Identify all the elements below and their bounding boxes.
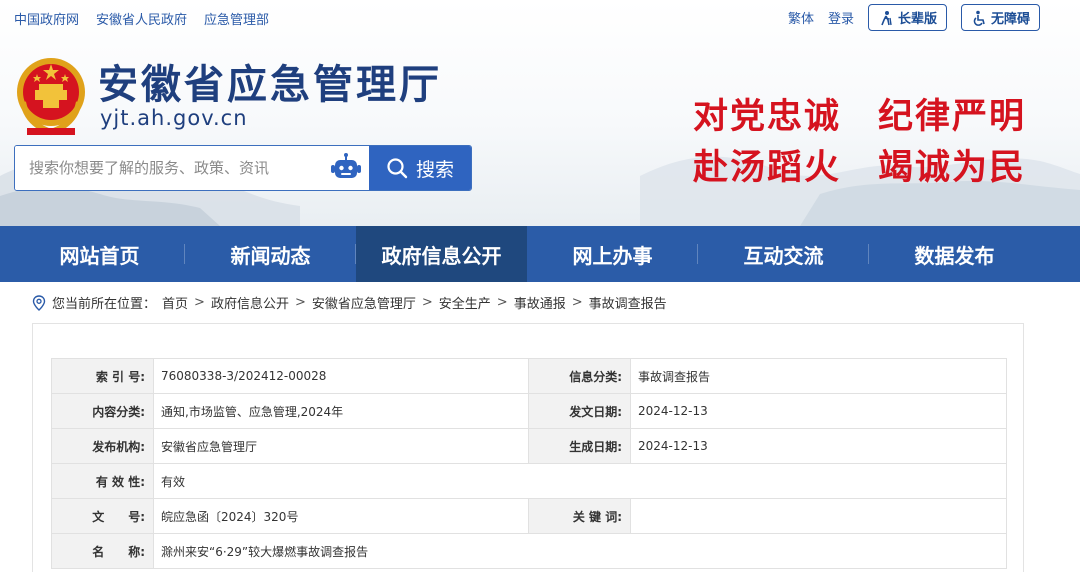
national-emblem-logo	[17, 58, 85, 136]
content-category-label: 内容分类:	[51, 393, 154, 429]
nav-home[interactable]: 网站首页	[14, 226, 185, 282]
location-pin-icon	[32, 294, 46, 311]
content-category-value: 通知,市场监管、应急管理,2024年	[153, 393, 529, 429]
info-category-label: 信息分类:	[528, 358, 631, 394]
elder-person-icon	[878, 10, 894, 26]
created-date-value: 2024-12-13	[630, 428, 1007, 464]
info-category-value: 事故调查报告	[630, 358, 1007, 394]
breadcrumb-home[interactable]: 首页	[162, 293, 188, 312]
elder-mode-button[interactable]: 长辈版	[867, 4, 947, 31]
login-link[interactable]: 登录	[828, 8, 854, 27]
keywords-value	[630, 498, 1007, 534]
table-row: 有 效 性: 有效	[51, 463, 1007, 499]
name-value: 滁州来安“6·29”较大爆燃事故调查报告	[153, 533, 1007, 569]
top-utility-bar: 繁体 登录 长辈版 无障碍	[788, 4, 1040, 31]
breadcrumb-separator: >	[294, 295, 306, 310]
issuer-value: 安徽省应急管理厅	[153, 428, 529, 464]
nav-gov-info[interactable]: 政府信息公开	[356, 226, 527, 282]
nav-news[interactable]: 新闻动态	[185, 226, 356, 282]
nav-data-release[interactable]: 数据发布	[869, 226, 1040, 282]
doc-no-value: 皖应急函〔2024〕320号	[153, 498, 529, 534]
wheelchair-icon	[971, 10, 987, 26]
breadcrumb: 您当前所在位置： 首页 > 政府信息公开 > 安徽省应急管理厅 > 安全生产 >…	[32, 293, 667, 312]
robot-assistant-button[interactable]	[323, 146, 369, 190]
top-link-gov[interactable]: 中国政府网	[14, 9, 79, 28]
publish-date-label: 发文日期:	[528, 393, 631, 429]
top-link-province[interactable]: 安徽省人民政府	[96, 9, 187, 28]
index-no-label: 索 引 号:	[51, 358, 154, 394]
top-links-bar: 中国政府网 安徽省人民政府 应急管理部	[14, 9, 269, 28]
publish-date-value: 2024-12-13	[630, 393, 1007, 429]
search-button[interactable]: 搜索	[369, 146, 471, 190]
document-metadata-table: 索 引 号: 76080338-3/202412-00028 信息分类: 事故调…	[51, 358, 1007, 569]
search-icon	[387, 158, 408, 179]
site-title: 安徽省应急管理厅	[98, 62, 442, 108]
search-bar: 搜索	[14, 145, 472, 191]
nav-interaction[interactable]: 互动交流	[698, 226, 869, 282]
main-nav: 网站首页 新闻动态 政府信息公开 网上办事 互动交流 数据发布	[0, 226, 1080, 282]
slogan-line-2: 赴汤蹈火 竭诚为民	[692, 147, 1026, 188]
table-row: 名 称: 滁州来安“6·29”较大爆燃事故调查报告	[51, 533, 1007, 569]
accessibility-button[interactable]: 无障碍	[960, 4, 1040, 31]
site-domain: yjt.ah.gov.cn	[100, 106, 248, 130]
breadcrumb-separator: >	[421, 295, 433, 310]
validity-value: 有效	[153, 463, 1007, 499]
robot-icon	[331, 153, 361, 178]
nav-online-services[interactable]: 网上办事	[527, 226, 698, 282]
breadcrumb-separator: >	[194, 295, 205, 310]
breadcrumb-department[interactable]: 安徽省应急管理厅	[312, 293, 416, 312]
breadcrumb-separator: >	[496, 295, 508, 310]
table-row: 内容分类: 通知,市场监管、应急管理,2024年 发文日期: 2024-12-1…	[51, 393, 1007, 429]
site-header: 中国政府网 安徽省人民政府 应急管理部 繁体 登录 长辈版 无障碍 安徽省应急管…	[0, 0, 1080, 226]
name-label: 名 称:	[51, 533, 154, 569]
table-row: 文 号: 皖应急函〔2024〕320号 关 键 词:	[51, 498, 1007, 534]
breadcrumb-safety[interactable]: 安全生产	[439, 293, 491, 312]
breadcrumb-accident-bulletin[interactable]: 事故通报	[514, 293, 566, 312]
elder-mode-label: 长辈版	[897, 12, 937, 27]
top-link-ministry[interactable]: 应急管理部	[204, 9, 269, 28]
table-row: 发布机构: 安徽省应急管理厅 生成日期: 2024-12-13	[51, 428, 1007, 464]
slogan-line-1: 对党忠诚 纪律严明	[692, 96, 1026, 137]
breadcrumb-prefix: 您当前所在位置：	[52, 297, 157, 312]
created-date-label: 生成日期:	[528, 428, 631, 464]
issuer-label: 发布机构:	[51, 428, 154, 464]
keywords-label: 关 键 词:	[528, 498, 631, 534]
traditional-chinese-link[interactable]: 繁体	[788, 8, 814, 27]
validity-label: 有 效 性:	[51, 463, 154, 499]
breadcrumb-separator: >	[571, 295, 583, 310]
breadcrumb-current[interactable]: 事故调查报告	[589, 293, 667, 312]
breadcrumb-gov-info[interactable]: 政府信息公开	[211, 293, 289, 312]
search-input[interactable]	[15, 146, 323, 190]
table-row: 索 引 号: 76080338-3/202412-00028 信息分类: 事故调…	[51, 358, 1007, 394]
index-no-value: 76080338-3/202412-00028	[153, 358, 529, 394]
search-button-label: 搜索	[415, 158, 454, 181]
accessibility-label: 无障碍	[990, 12, 1030, 27]
doc-no-label: 文 号:	[51, 498, 154, 534]
